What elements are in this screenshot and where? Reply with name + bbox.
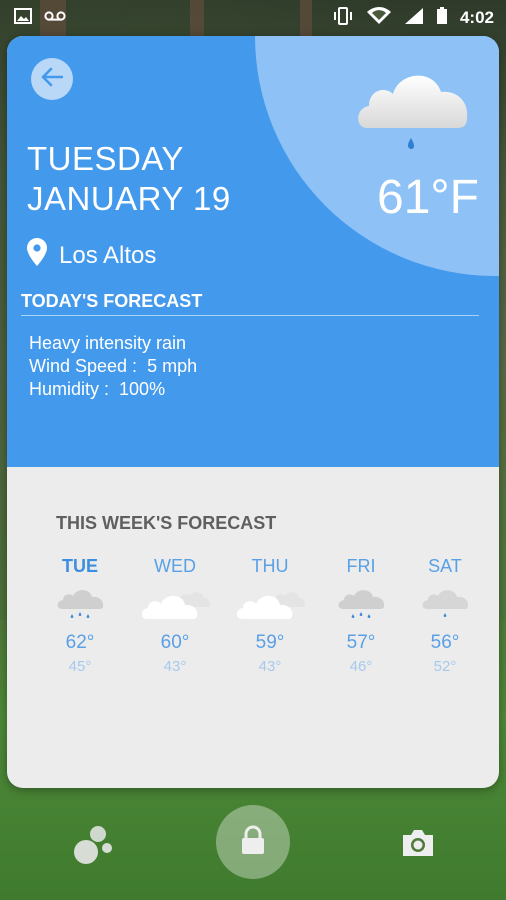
current-temperature: 61°F: [377, 171, 479, 224]
weekday-label: TUESDAY: [27, 140, 184, 177]
today-details: Heavy intensity rain Wind Speed : 5 mph …: [29, 332, 197, 401]
forecast-day-tue[interactable]: TUE 62° 45°: [35, 554, 125, 675]
day-low-temp: 45°: [68, 658, 92, 675]
todays-forecast-title: TODAY'S FORECAST: [21, 291, 203, 311]
forecast-day-fri[interactable]: FRI 57° 46°: [316, 554, 406, 675]
rain-cloud-icon: [353, 62, 471, 161]
vibrate-icon: [332, 6, 354, 30]
today-panel: TUESDAY JANUARY 19 Los Altos 61°F TODAY'…: [7, 36, 499, 467]
day-high-temp: 60°: [160, 632, 190, 653]
week-forecast-list: TUE 62° 45° WED 60° 43° THU 59° 43° FRI …: [28, 554, 484, 684]
lock-icon: [240, 825, 266, 860]
forecast-day-thu[interactable]: THU 59° 43°: [225, 554, 315, 675]
day-low-temp: 46°: [349, 658, 373, 675]
back-button[interactable]: [31, 58, 73, 100]
condition-text: Heavy intensity rain: [29, 333, 187, 353]
camera-icon[interactable]: [400, 828, 436, 863]
arrow-left-icon: [41, 67, 64, 92]
wind-speed-row: Wind Speed : 5 mph: [29, 355, 197, 378]
day-name: WED: [154, 556, 196, 576]
status-bar: 4:02: [0, 0, 506, 36]
day-name: TUE: [62, 556, 98, 576]
location-row: Los Altos: [27, 238, 156, 273]
day-high-temp: 56°: [430, 632, 460, 653]
location-name: Los Altos: [59, 241, 157, 269]
day-name: THU: [251, 556, 289, 576]
cloud-icon: [225, 582, 315, 626]
signal-icon: [404, 7, 424, 30]
forecast-day-wed[interactable]: WED 60° 43°: [130, 554, 220, 675]
location-pin-icon: [27, 238, 47, 273]
weather-card: TUESDAY JANUARY 19 Los Altos 61°F TODAY'…: [7, 36, 499, 788]
humidity-label: Humidity :: [29, 379, 110, 399]
day-name: SAT: [428, 556, 462, 576]
day-high-temp: 57°: [346, 632, 376, 653]
day-low-temp: 43°: [163, 658, 187, 675]
date-label: JANUARY 19: [27, 180, 231, 217]
divider: [21, 315, 479, 316]
day-high-temp: 59°: [255, 632, 285, 653]
day-high-temp: 62°: [65, 632, 95, 653]
humidity-value: 100%: [119, 379, 166, 399]
rain-cloud-icon: [35, 582, 125, 626]
day-low-temp: 52°: [433, 658, 457, 675]
drizzle-cloud-icon: [400, 582, 490, 626]
voicemail-icon: [44, 9, 66, 27]
cloud-icon: [130, 582, 220, 626]
wind-speed-label: Wind Speed :: [29, 356, 138, 376]
rain-cloud-icon: [316, 582, 406, 626]
wind-speed-value: 5 mph: [147, 356, 198, 376]
humidity-row: Humidity : 100%: [29, 378, 197, 401]
forecast-day-sat[interactable]: SAT 56° 52°: [400, 554, 490, 675]
bubbles-icon[interactable]: [72, 824, 116, 871]
day-name: FRI: [346, 556, 376, 576]
wifi-icon: [366, 6, 392, 30]
image-icon: [14, 7, 32, 29]
weeks-forecast-title: THIS WEEK'S FORECAST: [56, 513, 277, 533]
lockscreen-bar: [0, 800, 506, 900]
day-low-temp: 43°: [258, 658, 282, 675]
battery-icon: [436, 6, 448, 30]
unlock-button[interactable]: [216, 805, 290, 879]
status-time: 4:02: [459, 8, 494, 27]
